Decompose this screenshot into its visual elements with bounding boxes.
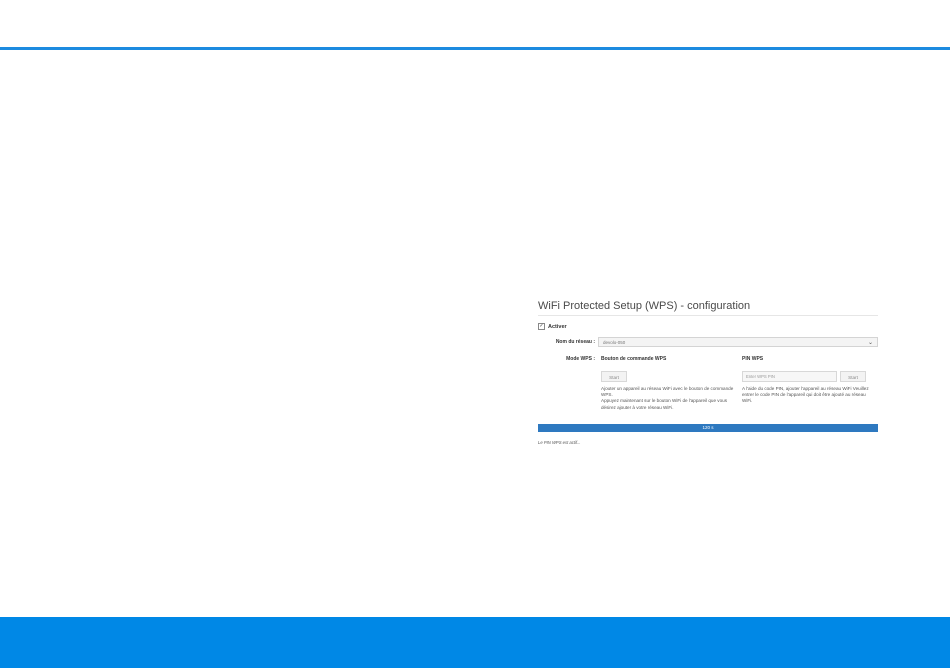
wps-mode-row: Mode WPS : Bouton de commande WPS Start … [538, 356, 878, 411]
network-label: Nom du réseau : [555, 339, 595, 345]
status-text: Le PIN WPS est actif... [538, 439, 581, 445]
network-select[interactable]: devolo-050 ⌄ [598, 337, 878, 347]
push-description-2: Appuyez maintenant sur le bouton WiFi de… [601, 398, 728, 410]
activate-row[interactable]: ✓ Activer [538, 323, 878, 330]
progress-fill: 120 s [538, 423, 878, 432]
wps-panel: WiFi Protected Setup (WPS) - configurati… [538, 300, 878, 445]
pin-input[interactable]: Enter WPS PIN [742, 371, 837, 382]
push-start-button[interactable]: Start [601, 371, 627, 382]
pin-column: PIN WPS Enter WPS PIN Start A l'aide du … [742, 356, 872, 405]
footer-bar [0, 617, 950, 668]
network-value: devolo-050 [603, 339, 626, 345]
pin-heading: PIN WPS [742, 356, 764, 362]
push-description-1: Ajouter un appareil au réseau WiFi avec … [601, 386, 734, 398]
pin-description: A l'aide du code PIN, ajouter l'appareil… [742, 386, 869, 404]
pin-entry-row: Enter WPS PIN Start [742, 371, 872, 382]
page-title: WiFi Protected Setup (WPS) - configurati… [538, 300, 878, 316]
pin-start-button[interactable]: Start [840, 371, 866, 382]
push-description: Ajouter un appareil au réseau WiFi avec … [601, 386, 741, 411]
push-heading: Bouton de commande WPS [601, 356, 667, 362]
chevron-down-icon: ⌄ [867, 339, 873, 346]
push-button-column: Bouton de commande WPS Start Ajouter un … [598, 356, 741, 411]
mode-label: Mode WPS : [566, 356, 595, 362]
activate-label: Activer [548, 323, 567, 330]
header-divider [0, 47, 950, 50]
progress-bar: 120 s [538, 423, 878, 432]
network-row: Nom du réseau : devolo-050 ⌄ [538, 337, 878, 347]
activate-checkbox[interactable]: ✓ [538, 323, 545, 330]
